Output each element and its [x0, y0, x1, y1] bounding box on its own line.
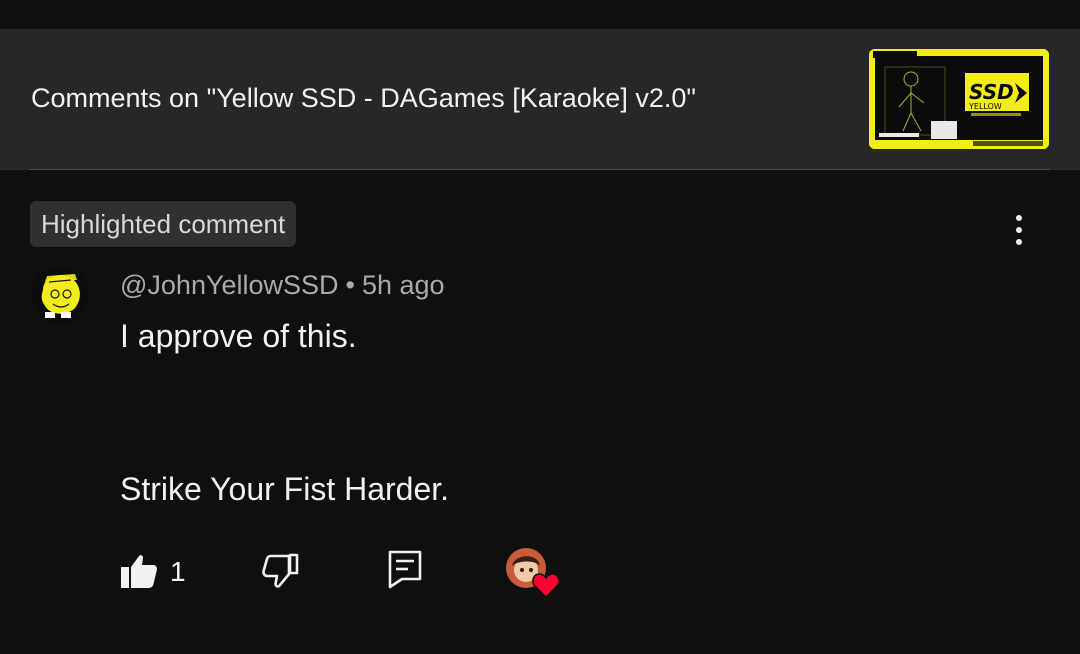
- heart-icon: [532, 573, 560, 598]
- highlighted-comment-badge: Highlighted comment: [30, 201, 297, 247]
- like-count: 1: [170, 556, 186, 587]
- comment-text-line-1: I approve of this.: [120, 318, 357, 354]
- more-vert-icon[interactable]: [1000, 208, 1038, 252]
- status-bar: [0, 0, 1080, 29]
- comment-author[interactable]: @JohnYellowSSD: [120, 270, 339, 300]
- thumbnail-yellow-text: YELLOW: [968, 102, 1002, 111]
- comment-text-line-2: Strike Your Fist Harder.: [120, 471, 450, 507]
- thumb-up-icon: [121, 555, 157, 588]
- avatar[interactable]: [31, 266, 89, 324]
- comments-title: Comments on "Yellow SSD - DAGames [Karao…: [31, 83, 696, 113]
- comment-meta: @JohnYellowSSD • 5h ago: [120, 270, 445, 301]
- avatar-image: [31, 266, 89, 324]
- creator-heart: [506, 548, 560, 602]
- reply-icon: [388, 550, 422, 589]
- like-button[interactable]: [120, 552, 158, 590]
- reply-button[interactable]: [386, 549, 424, 589]
- meta-separator: •: [345, 270, 355, 300]
- thumb-down-icon: [262, 553, 299, 588]
- comments-header: Comments on "Yellow SSD - DAGames [Karao…: [0, 29, 1080, 170]
- comment-time[interactable]: 5h ago: [362, 270, 445, 300]
- header-divider: [29, 169, 1050, 170]
- thumbnail-image: SSD YELLOW: [869, 49, 1049, 149]
- thumbnail-ssd-text: SSD: [969, 80, 1014, 104]
- dislike-button[interactable]: [261, 552, 299, 590]
- video-thumbnail[interactable]: SSD YELLOW: [869, 49, 1049, 149]
